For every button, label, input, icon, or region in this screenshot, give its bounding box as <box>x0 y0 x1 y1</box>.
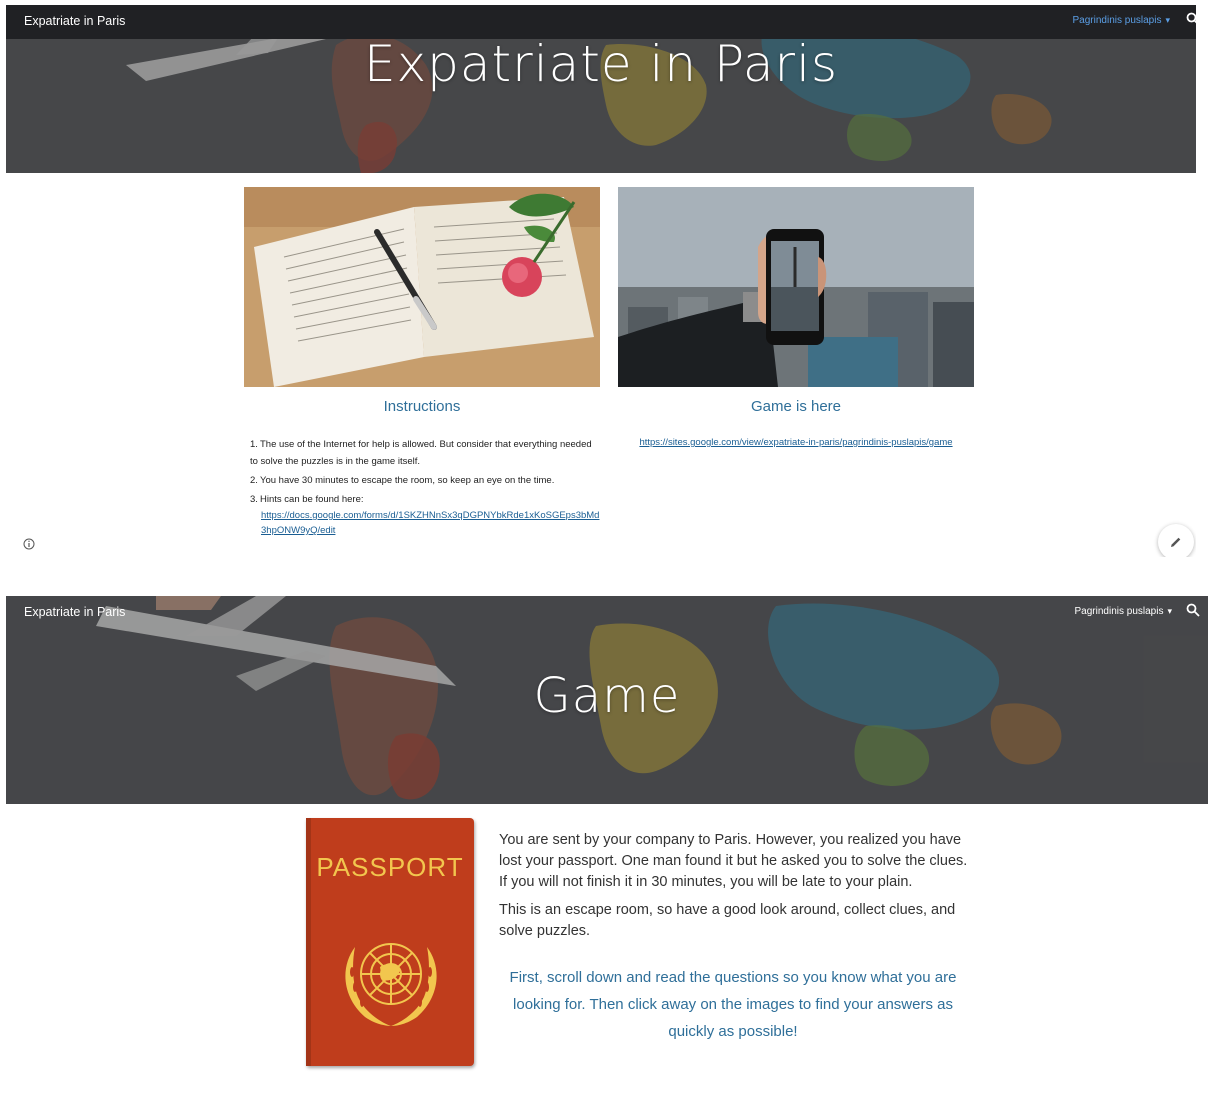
passport-image[interactable]: PASSPORT <box>306 818 474 1066</box>
hero-banner: Expatriate in Paris Pagrindinis puslapis… <box>6 596 1208 804</box>
instructions-heading: Instructions <box>383 398 461 415</box>
search-icon[interactable] <box>1186 12 1196 26</box>
site-title-link[interactable]: Expatriate in Paris <box>24 605 125 619</box>
page-title: Expatriate in Paris <box>363 35 839 93</box>
game-heading: Game is here <box>750 398 842 415</box>
chevron-down-icon: ▾ <box>1165 15 1170 25</box>
instruction-text: Hints can be found here: <box>260 494 364 505</box>
passport-label: PASSPORT <box>316 852 464 882</box>
info-icon[interactable] <box>23 538 35 550</box>
list-item: 3. Hints can be found here: https://docs.… <box>250 491 602 538</box>
story-text: You are sent by your company to Paris. H… <box>499 830 979 949</box>
story-paragraph: You are sent by your company to Paris. H… <box>499 832 968 890</box>
hints-form-link[interactable]: https://docs.google.com/forms/d/1SKZHNnS… <box>250 508 602 538</box>
top-navigation-bar: Expatriate in Paris Pagrindinis puslapis… <box>6 5 1196 39</box>
instruction-text: You have 30 minutes to escape the room, … <box>260 475 555 486</box>
list-item: 1. The use of the Internet for help is al… <box>250 439 592 467</box>
edit-button[interactable] <box>1158 524 1194 557</box>
top-navigation-bar: Expatriate in Paris Pagrindinis puslapis… <box>6 596 1208 630</box>
search-icon[interactable] <box>1186 603 1200 617</box>
site-title-link[interactable]: Expatriate in Paris <box>24 14 125 28</box>
page-title: Game <box>533 668 681 724</box>
instruction-text: The use of the Internet for help is allo… <box>250 439 592 467</box>
game-page-screenshot: Expatriate in Paris Pagrindinis puslapis… <box>6 596 1208 1097</box>
story-paragraph: This is an escape room, so have a good l… <box>499 902 956 939</box>
pencil-icon <box>1171 537 1181 547</box>
instructions-callout: First, scroll down and read the question… <box>509 969 957 1040</box>
home-page-screenshot: Expatriate in Paris Pagrindinis puslapis… <box>6 5 1196 557</box>
phone-cityscape-image <box>618 187 974 387</box>
open-book-image <box>244 187 600 387</box>
un-emblem-icon <box>345 943 437 1026</box>
chevron-down-icon: ▾ <box>1167 606 1172 616</box>
game-page-link[interactable]: https://sites.google.com/view/expatriate… <box>618 437 974 448</box>
main-page-menu[interactable]: Pagrindinis puslapis ▾ <box>1075 606 1172 617</box>
menu-label: Pagrindinis puslapis <box>1074 606 1164 617</box>
hero-banner: Expatriate in Paris Pagrindinis puslapis… <box>6 5 1196 173</box>
main-page-menu[interactable]: Pagrindinis puslapis ▾ <box>1073 15 1170 26</box>
list-item: 2. You have 30 minutes to escape the room… <box>250 475 555 486</box>
menu-label: Pagrindinis puslapis <box>1072 15 1162 26</box>
instructions-list: 1. The use of the Internet for help is al… <box>250 436 602 540</box>
